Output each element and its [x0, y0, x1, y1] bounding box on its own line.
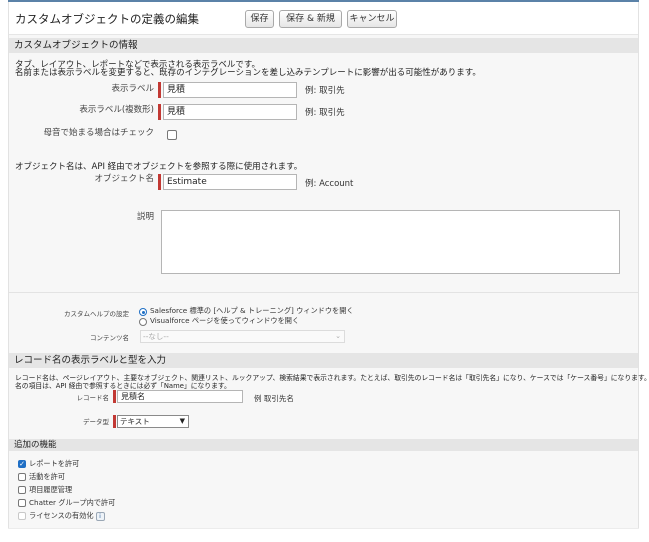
- field-history-label: 項目履歴管理: [29, 485, 73, 494]
- record-name-input[interactable]: 見積名: [117, 390, 243, 403]
- field-history-checkbox[interactable]: [18, 486, 26, 494]
- help-visualforce-radio[interactable]: [139, 318, 147, 326]
- data-type-select[interactable]: テキスト ▼: [117, 415, 189, 428]
- vowel-checkbox[interactable]: [167, 130, 177, 140]
- info-icon[interactable]: i: [95, 511, 105, 521]
- object-name-field-label: オブジェクト名: [94, 174, 154, 184]
- record-name-example: 例 取引先名: [254, 394, 294, 403]
- chatter-groups-checkbox[interactable]: [18, 499, 26, 507]
- description-field-label: 説明: [136, 212, 154, 222]
- help-visualforce-option-label: Visualforce ページを使ってウィンドウを開く: [150, 316, 300, 325]
- content-name-value: --なし--: [143, 332, 169, 341]
- section-header-features: 追加の機能: [9, 439, 638, 451]
- page-bottom-edge: [8, 528, 639, 542]
- enable-licensing-row: ライセンスの有効化 i: [29, 511, 105, 521]
- help-standard-option-label: Salesforce 標準の [ヘルプ & トレーニング] ウィンドウを開く: [150, 306, 354, 315]
- save-and-new-button[interactable]: 保存 & 新規: [279, 10, 342, 28]
- enable-licensing-checkbox: [18, 512, 26, 520]
- object-name-example: 例: Account: [305, 179, 354, 189]
- page-title: カスタムオブジェクトの定義の編集: [15, 12, 199, 26]
- plural-label-field-label: 表示ラベル(複数形): [79, 105, 154, 115]
- required-indicator: [113, 415, 116, 428]
- info-description-line2: 名前または表示ラベルを変更すると、既存のインテグレーションを差し込みテンプレート…: [15, 68, 481, 78]
- vowel-field-label: 母音で始まる場合はチェック: [43, 128, 154, 138]
- page-header: カスタムオブジェクトの定義の編集 保存 保存 & 新規 キャンセル: [9, 2, 638, 35]
- required-indicator: [158, 104, 161, 120]
- label-input[interactable]: 見積: [163, 82, 297, 98]
- save-button[interactable]: 保存: [245, 10, 274, 28]
- record-name-description-line1: レコード名は、ページレイアウト、主要なオブジェクト、関連リスト、ルックアップ、検…: [15, 374, 649, 382]
- content-name-label: コンテンツ名: [90, 334, 129, 342]
- chatter-groups-label: Chatter グループ内で許可: [29, 498, 116, 507]
- required-indicator: [158, 82, 161, 98]
- plural-label-input[interactable]: 見積: [163, 104, 297, 120]
- api-note: オブジェクト名は、API 経由でオブジェクトを参照する際に使用されます。: [15, 162, 303, 172]
- record-name-field-label: レコード名: [76, 394, 110, 402]
- section-divider: [9, 292, 638, 293]
- app-frame: カスタムオブジェクトの定義の編集 保存 保存 & 新規 キャンセル カスタムオブ…: [0, 0, 649, 542]
- custom-help-label: カスタムヘルプの設定: [64, 310, 129, 318]
- required-indicator: [113, 390, 116, 403]
- chevron-down-icon: ⌄: [335, 332, 341, 340]
- allow-reports-checkbox[interactable]: ✓: [18, 460, 26, 468]
- section-header-record-name: レコード名の表示ラベルと型を入力: [9, 353, 638, 368]
- allow-activities-label: 活動を許可: [29, 472, 65, 481]
- help-standard-radio[interactable]: [139, 308, 147, 316]
- object-name-input[interactable]: Estimate: [163, 174, 297, 190]
- chevron-down-icon: ▼: [179, 417, 185, 425]
- section-header-object-info: カスタムオブジェクトの情報: [9, 38, 638, 53]
- plural-label-example: 例: 取引先: [305, 108, 345, 118]
- required-indicator: [158, 174, 161, 190]
- description-textarea[interactable]: [161, 210, 620, 274]
- content-name-select: --なし-- ⌄: [140, 330, 345, 343]
- allow-reports-label: レポートを許可: [29, 459, 80, 468]
- allow-activities-checkbox[interactable]: [18, 473, 26, 481]
- edit-page: カスタムオブジェクトの定義の編集 保存 保存 & 新規 キャンセル カスタムオブ…: [8, 2, 649, 528]
- label-field-label: 表示ラベル: [111, 84, 154, 94]
- data-type-field-label: データ型: [83, 418, 109, 426]
- record-name-description-line2: 名の項目は、API 経由で参照するときには必ず「Name」になります。: [15, 382, 231, 390]
- cancel-button[interactable]: キャンセル: [347, 10, 397, 28]
- label-example: 例: 取引先: [305, 86, 345, 96]
- data-type-value: テキスト: [120, 417, 150, 426]
- enable-licensing-label: ライセンスの有効化: [29, 511, 94, 520]
